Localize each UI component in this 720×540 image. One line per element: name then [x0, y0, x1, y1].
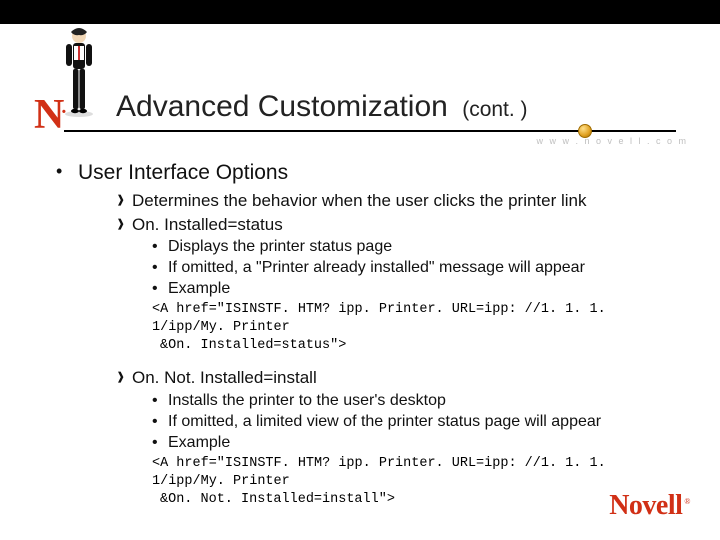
figure-icon [60, 26, 98, 118]
title-main: Advanced Customization [116, 90, 448, 123]
bullet-dot-icon: • [56, 160, 78, 186]
bullet-level3: • If omitted, a limited view of the prin… [152, 412, 684, 432]
bullet-level3: • Example [152, 433, 684, 453]
code-line: <A href="ISINSTF. HTM? ipp. Printer. URL… [152, 455, 684, 491]
code-line: &On. Not. Installed=install"> [152, 491, 684, 509]
bullet-dot-icon: • [152, 391, 168, 411]
code-block-1: <A href="ISINSTF. HTM? ipp. Printer. URL… [152, 301, 684, 356]
bullet-level3: • Displays the printer status page [152, 237, 684, 257]
slide-body: • User Interface Options ❱ Determines th… [56, 160, 684, 521]
bullet-level3: • Installs the printer to the user's des… [152, 391, 684, 411]
slide: N. Advanced Customization (cont. ) w w w… [0, 0, 720, 540]
registered-mark-icon: ® [684, 497, 690, 506]
bullet-dot-icon: • [152, 258, 168, 278]
text-example-label: Example [168, 279, 230, 299]
bullet-level1: • User Interface Options [56, 160, 684, 186]
text-omitted-installed: If omitted, a "Printer already installed… [168, 258, 585, 278]
bullet-dot-icon: • [152, 433, 168, 453]
brand-n-mark: N. [34, 94, 65, 136]
code-line: <A href="ISINSTF. HTM? ipp. Printer. URL… [152, 301, 684, 337]
text-displays-status: Displays the printer status page [168, 237, 392, 257]
brand-url: w w w . n o v e l l . c o m [536, 136, 688, 146]
text-onnotinstalled: On. Not. Installed=install [132, 367, 317, 388]
text-omitted-limited: If omitted, a limited view of the printe… [168, 412, 601, 432]
title-continuation: (cont. ) [462, 98, 527, 121]
text-installs-desktop: Installs the printer to the user's deskt… [168, 391, 446, 411]
bullet-dot-icon: • [152, 279, 168, 299]
code-line: &On. Installed=status"> [152, 337, 684, 355]
slide-title: Advanced Customization (cont. ) [116, 90, 528, 124]
bullet-rquote-icon: ❱ [116, 214, 132, 235]
heading-ui-options: User Interface Options [78, 160, 288, 186]
bullet-level3: • If omitted, a "Printer already install… [152, 258, 684, 278]
bullet-level2: ❱ Determines the behavior when the user … [116, 190, 684, 211]
bullet-level3: • Example [152, 279, 684, 299]
footer-logo: Novell® [609, 490, 690, 522]
bullet-rquote-icon: ❱ [116, 367, 132, 388]
footer-logo-text: Novell [609, 490, 682, 521]
top-bar [0, 0, 720, 24]
bullet-dot-icon: • [152, 237, 168, 257]
brand-n-glyph: N [34, 92, 63, 138]
bullet-level2: ❱ On. Installed=status [116, 214, 684, 235]
text-example-label: Example [168, 433, 230, 453]
bullet-dot-icon: • [152, 412, 168, 432]
text-oninstalled: On. Installed=status [132, 214, 283, 235]
code-block-2: <A href="ISINSTF. HTM? ipp. Printer. URL… [152, 455, 684, 510]
text-determines-behavior: Determines the behavior when the user cl… [132, 190, 587, 211]
bullet-level2: ❱ On. Not. Installed=install [116, 367, 684, 388]
bullet-rquote-icon: ❱ [116, 190, 132, 211]
